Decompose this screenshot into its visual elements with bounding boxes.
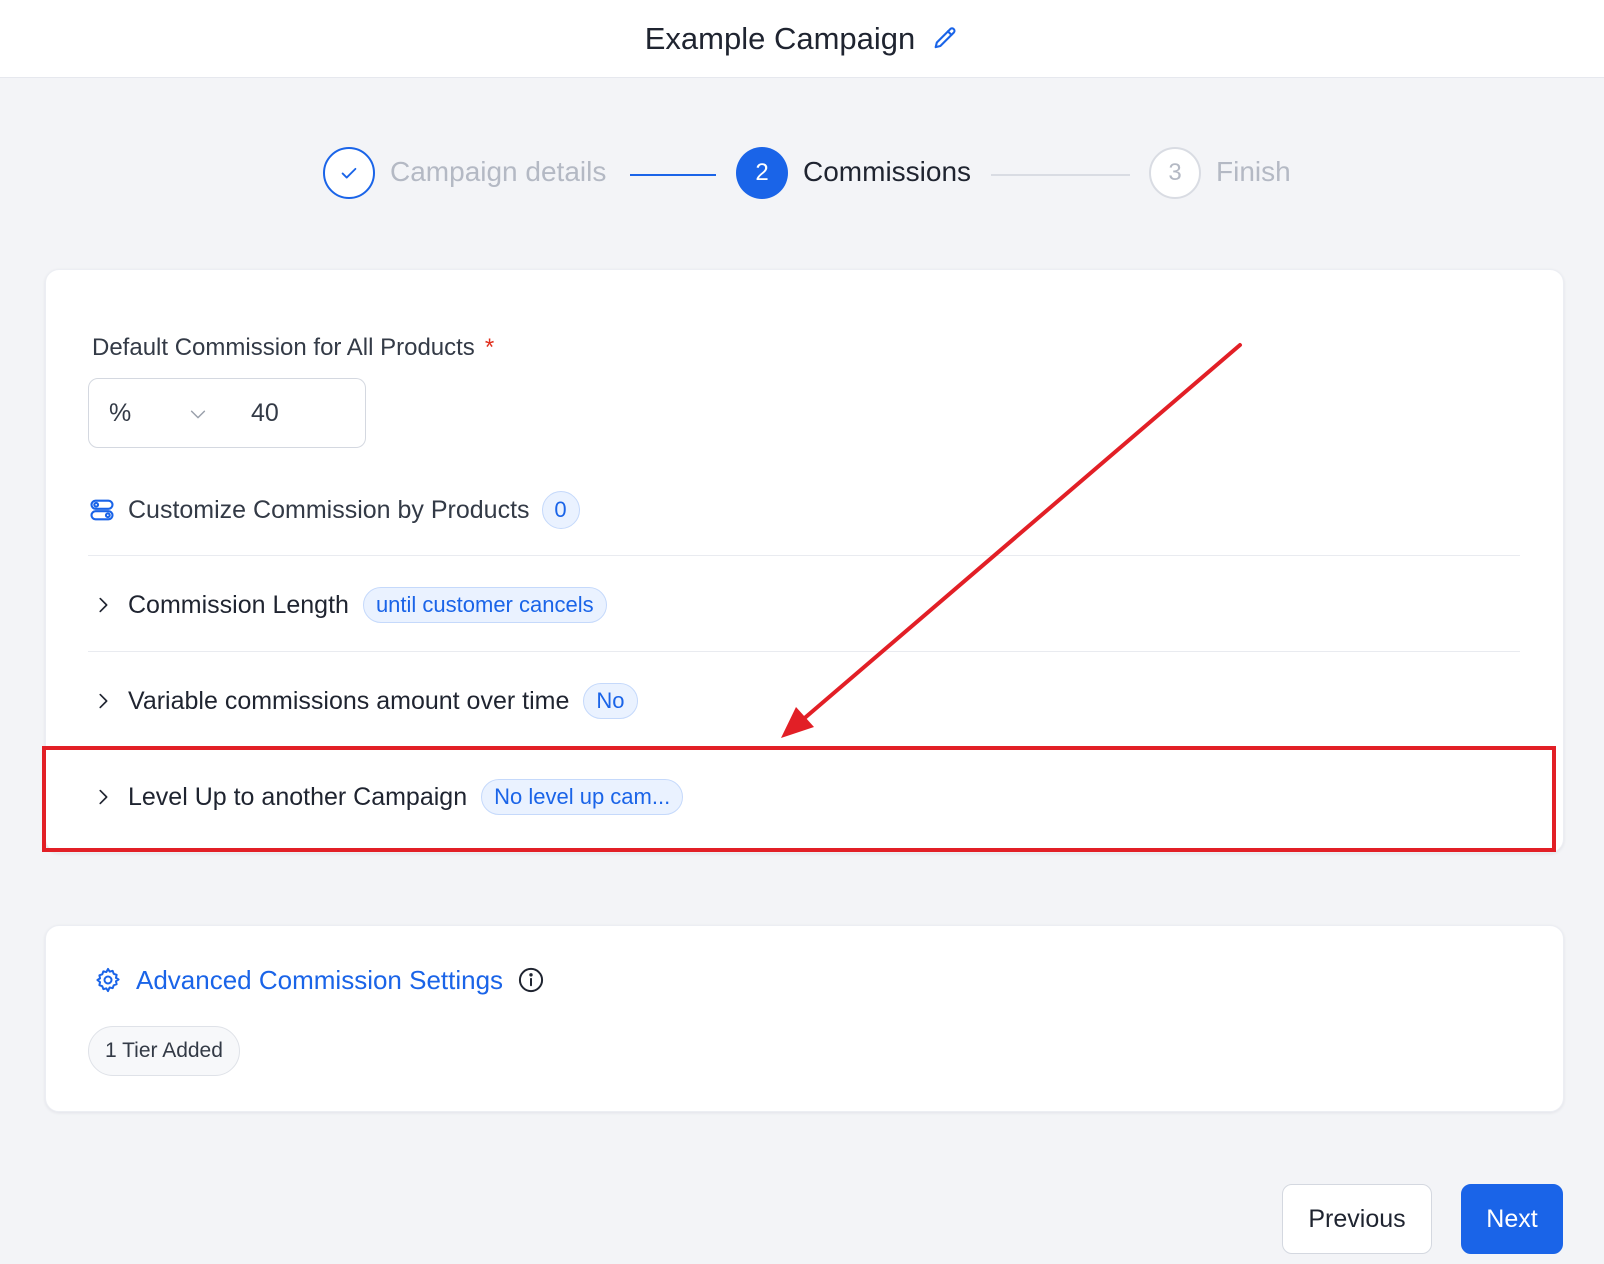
gear-icon [96,967,120,993]
required-mark: * [484,334,495,361]
default-commission-label: Default Commission for All Products * [92,334,494,362]
commission-unit-select[interactable]: % [88,378,228,448]
top-bar: Example Campaign [0,0,1604,78]
checkmark-icon [341,167,357,179]
divider-2 [88,651,1520,652]
next-button[interactable]: Next [1461,1184,1563,1254]
commission-length-title: Commission Length [128,590,349,619]
customize-by-products-row[interactable]: Customize Commission by Products 0 [88,490,580,530]
page-title: Example Campaign [644,21,916,56]
chevron-right-icon [99,597,108,613]
accordion-variable-commissions[interactable]: Variable commissions amount over time No [92,680,638,722]
step-1-circle [323,147,375,199]
level-up-title: Level Up to another Campaign [128,782,468,811]
variable-commissions-title: Variable commissions amount over time [128,686,570,715]
chevron-down-icon [190,410,206,419]
step-2-number: 2 [755,159,769,186]
previous-button[interactable]: Previous [1282,1184,1432,1254]
level-up-badge: No level up cam... [481,779,684,815]
step-connector-2 [991,174,1130,176]
commission-amount-input[interactable] [227,378,366,448]
accordion-level-up[interactable]: Level Up to another Campaign No level up… [92,776,684,818]
chevron-right-icon [99,789,108,805]
step-1-label[interactable]: Campaign details [390,156,606,188]
commission-unit-value: % [109,399,132,427]
accordion-commission-length[interactable]: Commission Length until customer cancels [92,584,607,626]
chevron-right-icon [99,693,108,709]
customize-label: Customize Commission by Products [128,495,530,524]
tier-added-chip[interactable]: 1 Tier Added [88,1026,240,1076]
customize-count-badge: 0 [541,491,580,529]
step-3-number: 3 [1168,159,1182,186]
advanced-settings-card [45,925,1564,1112]
divider-1 [88,555,1520,556]
info-icon[interactable] [517,966,545,994]
pencil-icon[interactable] [931,25,959,53]
commission-length-badge: until customer cancels [362,587,607,623]
variable-commissions-badge: No [583,683,638,719]
step-3-label[interactable]: Finish [1216,156,1291,188]
step-2-label[interactable]: Commissions [803,156,971,188]
toggles-icon [90,499,114,521]
advanced-settings-title: Advanced Commission Settings [136,964,504,995]
step-2-circle: 2 [736,147,788,199]
step-3-circle: 3 [1149,147,1201,199]
advanced-settings-row[interactable]: Advanced Commission Settings [94,958,545,1002]
step-connector-1 [630,174,716,176]
default-commission-text: Default Commission for All Products [92,334,475,361]
title-wrap: Example Campaign [0,18,1604,60]
